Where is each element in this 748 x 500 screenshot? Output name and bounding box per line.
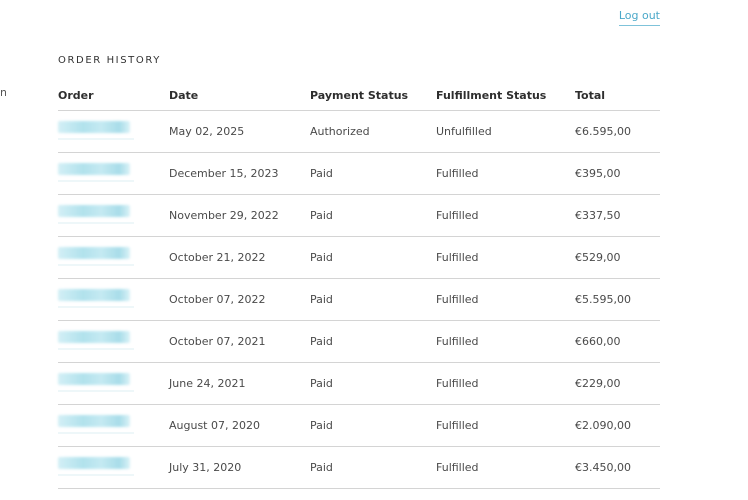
order-total-cell: €229,00 xyxy=(575,362,660,405)
payment-status-cell: Paid xyxy=(310,278,436,321)
order-number-link-redacted[interactable] xyxy=(58,330,134,350)
order-total-cell: €395,00 xyxy=(575,152,660,195)
fulfillment-status-cell: Unfulfilled xyxy=(436,110,575,153)
order-total-cell: €2.090,00 xyxy=(575,404,660,447)
order-date-cell: July 31, 2020 xyxy=(169,446,310,489)
table-row: October 07, 2021 Paid Fulfilled €660,00 xyxy=(58,320,660,363)
order-history-table: Order Date Payment Status Fulfillment St… xyxy=(58,80,660,489)
fulfillment-status-cell: Fulfilled xyxy=(436,194,575,237)
table-header-row: Order Date Payment Status Fulfillment St… xyxy=(58,80,660,111)
redacted-order-number xyxy=(58,120,130,133)
payment-status-cell: Paid xyxy=(310,404,436,447)
redacted-order-number xyxy=(58,372,130,385)
order-history-title: ORDER HISTORY xyxy=(58,55,161,66)
fulfillment-status-cell: Fulfilled xyxy=(436,236,575,279)
redacted-order-number xyxy=(58,330,130,343)
order-total-cell: €3.450,00 xyxy=(575,446,660,489)
table-row: July 31, 2020 Paid Fulfilled €3.450,00 xyxy=(58,446,660,489)
order-number-link-redacted[interactable] xyxy=(58,414,134,434)
order-date-cell: October 07, 2021 xyxy=(169,320,310,363)
order-date-cell: November 29, 2022 xyxy=(169,194,310,237)
order-total-cell: €529,00 xyxy=(575,236,660,279)
link-underline xyxy=(58,473,134,476)
fulfillment-status-cell: Fulfilled xyxy=(436,362,575,405)
payment-status-cell: Paid xyxy=(310,194,436,237)
order-number-link-redacted[interactable] xyxy=(58,120,134,140)
order-number-cell xyxy=(58,110,169,153)
order-number-cell xyxy=(58,320,169,363)
sidebar-text-fragment: n xyxy=(0,86,6,99)
table-row: August 07, 2020 Paid Fulfilled €2.090,00 xyxy=(58,404,660,447)
order-number-cell xyxy=(58,194,169,237)
order-total-cell: €6.595,00 xyxy=(575,110,660,153)
payment-status-cell: Paid xyxy=(310,446,436,489)
fulfillment-status-cell: Fulfilled xyxy=(436,320,575,363)
payment-status-cell: Paid xyxy=(310,362,436,405)
table-row: December 15, 2023 Paid Fulfilled €395,00 xyxy=(58,152,660,195)
fulfillment-status-cell: Fulfilled xyxy=(436,152,575,195)
link-underline xyxy=(58,305,134,308)
column-header-payment-status: Payment Status xyxy=(310,80,436,111)
payment-status-cell: Authorized xyxy=(310,110,436,153)
order-number-link-redacted[interactable] xyxy=(58,204,134,224)
redacted-order-number xyxy=(58,456,130,469)
redacted-order-number xyxy=(58,204,130,217)
payment-status-cell: Paid xyxy=(310,320,436,363)
order-date-cell: August 07, 2020 xyxy=(169,404,310,447)
redacted-order-number xyxy=(58,246,130,259)
order-date-cell: October 21, 2022 xyxy=(169,236,310,279)
order-number-cell xyxy=(58,362,169,405)
link-underline xyxy=(58,389,134,392)
payment-status-cell: Paid xyxy=(310,236,436,279)
order-number-cell xyxy=(58,404,169,447)
link-underline xyxy=(58,263,134,266)
link-underline xyxy=(58,137,134,140)
table-row: November 29, 2022 Paid Fulfilled €337,50 xyxy=(58,194,660,237)
order-date-cell: October 07, 2022 xyxy=(169,278,310,321)
order-number-link-redacted[interactable] xyxy=(58,372,134,392)
table-row: June 24, 2021 Paid Fulfilled €229,00 xyxy=(58,362,660,405)
logout-link[interactable]: Log out xyxy=(618,9,660,26)
order-number-link-redacted[interactable] xyxy=(58,288,134,308)
order-total-cell: €337,50 xyxy=(575,194,660,237)
order-number-link-redacted[interactable] xyxy=(58,246,134,266)
link-underline xyxy=(58,431,134,434)
redacted-order-number xyxy=(58,414,130,427)
order-number-cell xyxy=(58,236,169,279)
order-total-cell: €660,00 xyxy=(575,320,660,363)
fulfillment-status-cell: Fulfilled xyxy=(436,446,575,489)
redacted-order-number xyxy=(58,162,130,175)
order-date-cell: June 24, 2021 xyxy=(169,362,310,405)
order-number-cell xyxy=(58,278,169,321)
order-number-link-redacted[interactable] xyxy=(58,456,134,476)
redacted-order-number xyxy=(58,288,130,301)
order-number-cell xyxy=(58,446,169,489)
table-row: October 21, 2022 Paid Fulfilled €529,00 xyxy=(58,236,660,279)
column-header-total: Total xyxy=(575,80,660,111)
link-underline xyxy=(58,221,134,224)
column-header-order: Order xyxy=(58,80,169,111)
order-number-cell xyxy=(58,152,169,195)
fulfillment-status-cell: Fulfilled xyxy=(436,278,575,321)
fulfillment-status-cell: Fulfilled xyxy=(436,404,575,447)
table-row: May 02, 2025 Authorized Unfulfilled €6.595,… xyxy=(58,110,660,153)
order-number-link-redacted[interactable] xyxy=(58,162,134,182)
order-date-cell: December 15, 2023 xyxy=(169,152,310,195)
link-underline xyxy=(58,179,134,182)
order-date-cell: May 02, 2025 xyxy=(169,110,310,153)
order-total-cell: €5.595,00 xyxy=(575,278,660,321)
column-header-fulfillment-status: Fulfillment Status xyxy=(436,80,575,111)
link-underline xyxy=(58,347,134,350)
column-header-date: Date xyxy=(169,80,310,111)
table-row: October 07, 2022 Paid Fulfilled €5.595,00 xyxy=(58,278,660,321)
payment-status-cell: Paid xyxy=(310,152,436,195)
